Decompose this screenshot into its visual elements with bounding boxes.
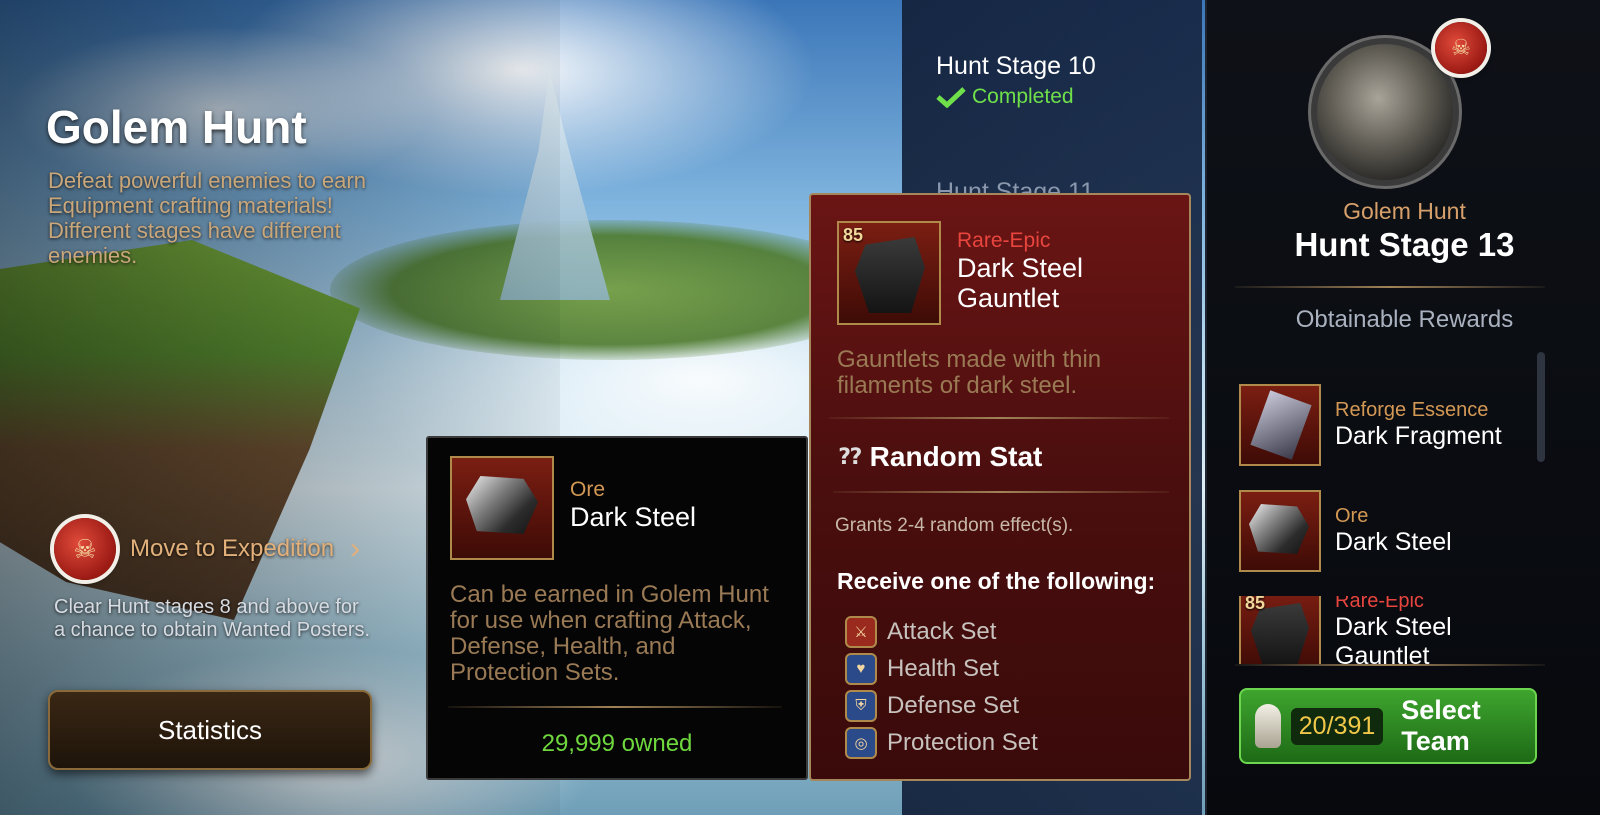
ore-rock-icon xyxy=(466,476,538,534)
item-description: Can be earned in Golem Hunt for use when… xyxy=(450,581,769,686)
reward-category: Reforge Essence xyxy=(1335,399,1489,421)
stamina-horse-icon xyxy=(1255,704,1281,748)
set-label: Health Set xyxy=(887,654,1000,682)
random-stat-heading: ⁇ Random Stat xyxy=(839,441,1042,473)
reward-name-line1: Dark Steel xyxy=(1335,612,1452,641)
reward-name: Dark Steel xyxy=(1335,528,1452,556)
set-item: ♥ Health Set xyxy=(845,650,1038,687)
checkmark-icon xyxy=(936,87,966,108)
stage-detail-panel: ☠ Golem Hunt Hunt Stage 13 Obtainable Re… xyxy=(1205,0,1600,815)
ore-rock-icon xyxy=(1249,504,1309,554)
set-label: Defense Set xyxy=(887,691,1020,719)
stage-status-label: Completed xyxy=(972,85,1074,108)
item-name-line2: Gauntlet xyxy=(957,283,1060,313)
gauntlet-tooltip: 85 Rare-Epic Dark Steel Gauntlet Gauntle… xyxy=(809,193,1191,781)
game-background: Hunt Stage 10 Completed Hunt Stage 11 Go… xyxy=(0,0,1600,815)
divider xyxy=(1235,664,1545,666)
expedition-note: Clear Hunt stages 8 and above for a chan… xyxy=(54,596,371,641)
random-stat-label: Random Stat xyxy=(869,441,1043,472)
owned-count: 29,999 owned xyxy=(541,730,693,757)
reward-name: Dark Fragment xyxy=(1335,422,1502,450)
gauntlet-icon: 85 xyxy=(1239,596,1321,664)
reward-category: Ore xyxy=(1335,505,1369,527)
item-category: Ore xyxy=(570,478,606,501)
reward-name-line2: Gauntlet xyxy=(1335,641,1430,665)
reward-item[interactable]: Reforge Essence Dark Fragment xyxy=(1239,384,1502,466)
dark-fragment-icon xyxy=(1239,384,1321,466)
set-label: Attack Set xyxy=(887,617,997,645)
stage-status: Completed xyxy=(936,85,1096,109)
shield-icon: ⛨ xyxy=(845,689,877,722)
move-to-expedition-link[interactable]: ☠ Move to Expedition › xyxy=(54,518,360,580)
item-level: 85 xyxy=(843,225,864,245)
select-team-button[interactable]: 20/391 Select Team xyxy=(1239,688,1537,764)
reward-text: Rare-Epic Dark Steel Gauntlet xyxy=(1335,596,1452,664)
ore-tooltip: Ore Dark Steel Can be earned in Golem Hu… xyxy=(426,436,808,780)
skull-seal-icon: ☠ xyxy=(1435,22,1487,74)
chevron-right-icon: › xyxy=(350,532,361,565)
page-description: Defeat powerful enemies to earn Equipmen… xyxy=(48,168,366,268)
set-list: ⚔ Attack Set ♥ Health Set ⛨ Defense Set … xyxy=(845,613,1038,761)
set-item: ⛨ Defense Set xyxy=(845,687,1038,724)
reward-item[interactable]: Ore Dark Steel xyxy=(1239,490,1452,572)
stage-title: Hunt Stage 10 xyxy=(936,52,1096,80)
expedition-label: Move to Expedition xyxy=(130,535,335,562)
gauntlet-icon xyxy=(855,237,925,313)
protection-icon: ◎ xyxy=(845,726,877,759)
reward-item[interactable]: 85 Rare-Epic Dark Steel Gauntlet xyxy=(1239,596,1452,664)
gauntlet-item-icon: 85 xyxy=(837,221,941,325)
skull-seal-icon: ☠ xyxy=(54,518,116,580)
set-item: ⚔ Attack Set xyxy=(845,613,1038,650)
rewards-heading: Obtainable Rewards xyxy=(1295,306,1514,333)
divider xyxy=(833,491,1169,493)
set-label: Protection Set xyxy=(887,728,1038,756)
heart-icon: ♥ xyxy=(845,652,877,685)
gauntlet-header: Rare-Epic Dark Steel Gauntlet xyxy=(957,229,1083,313)
reward-category: Rare-Epic xyxy=(1335,596,1424,612)
golem-portrait xyxy=(1317,44,1453,180)
grants-text: Grants 2-4 random effect(s). xyxy=(835,515,1074,536)
select-team-label: Select Team xyxy=(1401,695,1481,756)
stamina-count: 20/391 xyxy=(1290,707,1384,745)
divider xyxy=(1235,286,1545,288)
set-item: ◎ Protection Set xyxy=(845,724,1038,761)
dark-steel-item-icon xyxy=(450,456,554,560)
item-category: Rare-Epic xyxy=(957,229,1051,252)
receive-label: Receive one of the following: xyxy=(837,568,1156,594)
stage-item-10[interactable]: Hunt Stage 10 Completed xyxy=(936,52,1096,109)
reward-text: Reforge Essence Dark Fragment xyxy=(1335,399,1502,451)
dark-steel-icon xyxy=(1239,490,1321,572)
item-name: Dark Steel xyxy=(570,502,697,532)
statistics-button[interactable]: Statistics xyxy=(48,690,372,770)
item-level: 85 xyxy=(1245,596,1266,613)
question-marks-icon: ⁇ xyxy=(839,444,862,469)
page-title: Golem Hunt xyxy=(46,101,307,153)
item-description: Gauntlets made with thin filaments of da… xyxy=(837,346,1102,399)
reward-text: Ore Dark Steel xyxy=(1335,505,1452,557)
item-name-line1: Dark Steel xyxy=(957,253,1084,283)
divider xyxy=(829,417,1169,419)
panel-title: Hunt Stage 13 xyxy=(1294,226,1515,263)
fragment-shape xyxy=(1250,390,1312,460)
sword-icon: ⚔ xyxy=(845,615,877,648)
divider xyxy=(448,706,782,708)
rewards-scrollbar[interactable] xyxy=(1537,352,1545,462)
ore-header: Ore Dark Steel xyxy=(570,478,696,532)
panel-subtitle: Golem Hunt xyxy=(1343,198,1466,224)
